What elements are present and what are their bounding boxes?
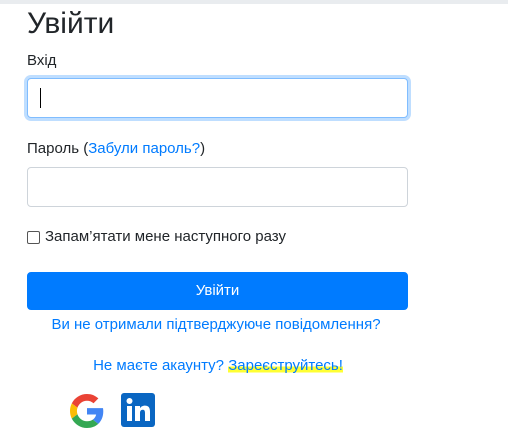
forgot-password-link[interactable]: Забули пароль? [88, 140, 200, 157]
page-title: Увійти [27, 7, 115, 40]
password-input[interactable] [27, 167, 408, 207]
password-label: Пароль (Забули пароль?) [27, 139, 205, 159]
top-strip [0, 0, 508, 4]
password-label-suffix: ) [200, 140, 206, 157]
register-link[interactable]: Зареєструйтесь! [228, 357, 343, 374]
login-button[interactable]: Увійти [27, 272, 408, 310]
no-account-text[interactable]: Не маєте акаунту? [93, 357, 228, 374]
resend-confirmation-link[interactable]: Ви не отримали підтверджуюче повідомленн… [51, 316, 380, 333]
password-label-prefix: Пароль ( [27, 140, 89, 157]
signup-line: Не маєте акаунту? Зареєструйтесь! [0, 356, 436, 376]
login-label: Вхід [27, 52, 57, 69]
resend-confirmation: Ви не отримали підтверджуюче повідомленн… [0, 315, 432, 335]
remember-checkbox[interactable] [27, 230, 40, 244]
text-cursor [40, 88, 41, 108]
remember-me[interactable]: Запам’ятати мене наступного разу [27, 227, 286, 247]
google-icon[interactable] [70, 394, 104, 428]
login-input[interactable] [27, 78, 408, 118]
linkedin-icon[interactable] [121, 393, 155, 427]
remember-label: Запам’ятати мене наступного разу [45, 228, 287, 245]
